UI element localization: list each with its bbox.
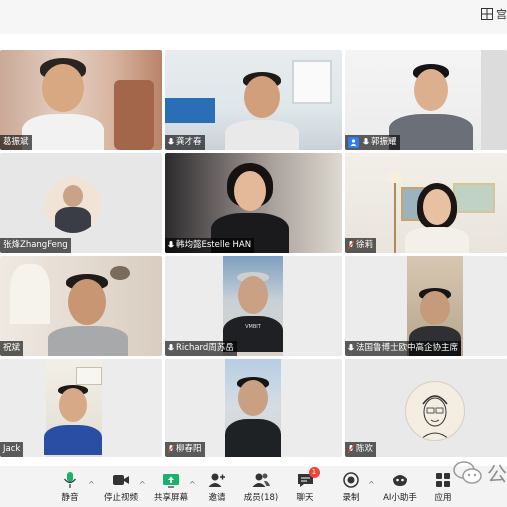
add-user-icon — [208, 473, 225, 487]
video-tile[interactable]: Jack — [0, 359, 162, 457]
host-icon — [348, 137, 359, 148]
video-tile[interactable]: 法国鲁博士欧中高企协主席 — [345, 256, 507, 356]
participant-nametag: 葛振斌 — [0, 135, 32, 150]
shirt-logo-text: VMBIT — [245, 324, 261, 330]
participant-nametag: Jack — [0, 442, 24, 457]
view-label: 宫 — [496, 8, 507, 21]
ai-assistant-button[interactable]: AI小助手 — [377, 470, 423, 503]
chat-button[interactable]: 1 聊天 — [282, 467, 328, 503]
chat-unread-badge: 1 — [308, 467, 320, 478]
microphone-icon — [168, 344, 174, 351]
meeting-toolbar: 静音 ^ 停止视频 ^ 共享屏幕 ^ 邀请 成员(18) 1 聊天 录制 ^ A… — [0, 466, 507, 507]
microphone-muted-icon — [348, 445, 354, 454]
video-tile[interactable]: 郭振耀 — [345, 50, 507, 150]
video-tile[interactable]: 张烽ZhangFeng — [0, 153, 162, 253]
participant-nametag: 法国鲁博士欧中高企协主席 — [345, 341, 462, 356]
participant-nametag: 陈欢 — [345, 442, 377, 457]
grid-view-icon — [481, 8, 493, 20]
watermark-text: 公 — [487, 462, 507, 486]
video-tile[interactable]: 龚才春 — [165, 50, 342, 150]
avatar — [405, 381, 465, 441]
members-icon — [252, 473, 270, 487]
microphone-icon — [168, 241, 174, 248]
video-tile[interactable]: 韩均懿Estelle HAN — [165, 153, 342, 253]
mute-button[interactable]: 静音 — [47, 470, 93, 503]
avatar — [45, 177, 101, 233]
microphone-muted-icon — [348, 241, 354, 250]
apps-grid-icon — [436, 473, 450, 487]
video-camera-icon — [113, 475, 129, 485]
participant-nametag: 柳春阳 — [165, 442, 205, 457]
record-options-chevron-icon[interactable]: ^ — [368, 480, 375, 489]
video-tile[interactable]: 陈欢 — [345, 359, 507, 457]
wechat-logo-icon — [453, 460, 482, 484]
participant-nametag: 张烽ZhangFeng — [0, 238, 71, 253]
video-options-chevron-icon[interactable]: ^ — [139, 480, 146, 489]
microphone-icon — [64, 472, 76, 488]
video-tile[interactable]: 柳春阳 — [165, 359, 342, 457]
mute-options-chevron-icon[interactable]: ^ — [88, 480, 95, 489]
view-layout-button[interactable]: 宫 — [481, 6, 507, 22]
video-tile[interactable]: 葛振斌 — [0, 50, 162, 150]
share-screen-button[interactable]: 共享屏幕 — [148, 470, 194, 503]
microphone-icon — [363, 138, 369, 145]
record-icon — [343, 472, 359, 488]
participant-nametag: Richard周苏岳 — [165, 341, 237, 356]
microphone-muted-icon — [168, 445, 174, 454]
microphone-icon — [168, 138, 174, 145]
video-tile[interactable]: 徐莉 — [345, 153, 507, 253]
ai-assistant-icon — [393, 475, 407, 486]
share-screen-icon — [163, 473, 179, 488]
participant-nametag: 韩均懿Estelle HAN — [165, 238, 255, 253]
microphone-icon — [348, 344, 354, 351]
video-tile[interactable]: VMBIT Richard周苏岳 — [165, 256, 342, 356]
video-tile[interactable]: 祝斌 — [0, 256, 162, 356]
window-topbar: 宫 — [0, 0, 507, 34]
sketch-portrait-icon — [419, 395, 451, 440]
participant-nametag: 龚才春 — [165, 135, 205, 150]
participant-nametag: 郭振耀 — [345, 135, 400, 150]
participant-nametag: 徐莉 — [345, 238, 377, 253]
invite-button[interactable]: 邀请 — [194, 470, 240, 503]
video-grid: 葛振斌 龚才春 郭振耀 张烽ZhangFeng 韩均懿Estelle HAN 徐… — [0, 50, 507, 457]
participant-nametag: 祝斌 — [0, 341, 24, 356]
members-button[interactable]: 成员(18) — [238, 470, 284, 503]
watermark: 公 — [453, 458, 507, 487]
stop-video-button[interactable]: 停止视频 — [98, 470, 144, 503]
